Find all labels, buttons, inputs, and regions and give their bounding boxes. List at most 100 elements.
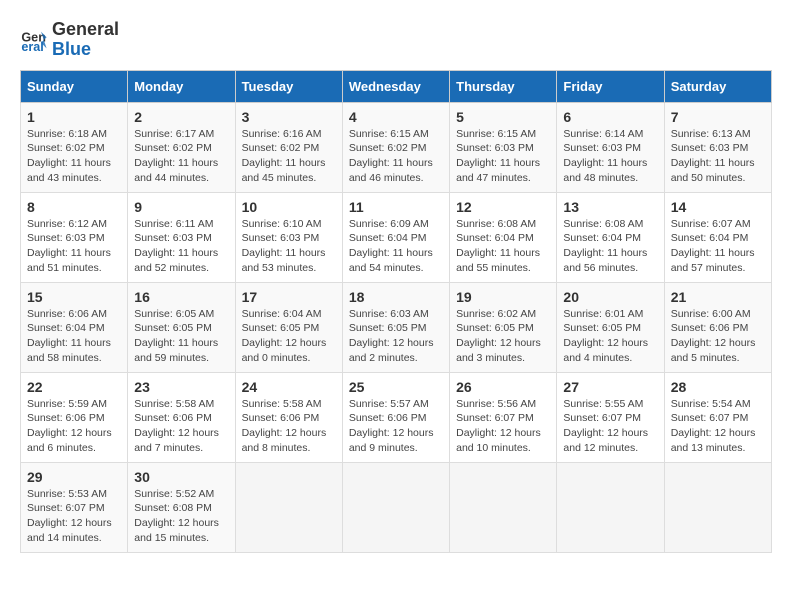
day-info: Sunrise: 6:08 AM Sunset: 6:04 PM Dayligh…: [563, 217, 657, 276]
day-info: Sunrise: 6:14 AM Sunset: 6:03 PM Dayligh…: [563, 127, 657, 186]
day-number: 10: [242, 199, 336, 215]
calendar-cell: 15 Sunrise: 6:06 AM Sunset: 6:04 PM Dayli…: [21, 282, 128, 372]
calendar-cell: 30 Sunrise: 5:52 AM Sunset: 6:08 PM Dayli…: [128, 462, 235, 552]
day-info: Sunrise: 5:54 AM Sunset: 6:07 PM Dayligh…: [671, 397, 765, 456]
day-number: 26: [456, 379, 550, 395]
calendar-cell: [664, 462, 771, 552]
day-number: 24: [242, 379, 336, 395]
day-number: 22: [27, 379, 121, 395]
day-number: 20: [563, 289, 657, 305]
day-info: Sunrise: 5:53 AM Sunset: 6:07 PM Dayligh…: [27, 487, 121, 546]
calendar-week-5: 29 Sunrise: 5:53 AM Sunset: 6:07 PM Dayli…: [21, 462, 772, 552]
calendar-cell: [235, 462, 342, 552]
calendar-cell: 11Sunrise: 6:09 AM Sunset: 6:04 PM Dayli…: [342, 192, 449, 282]
day-info: Sunrise: 6:18 AM Sunset: 6:02 PM Dayligh…: [27, 127, 121, 186]
day-info: Sunrise: 6:03 AM Sunset: 6:05 PM Dayligh…: [349, 307, 443, 366]
calendar-cell: 20 Sunrise: 6:01 AM Sunset: 6:05 PM Dayli…: [557, 282, 664, 372]
day-number: 6: [563, 109, 657, 125]
calendar-week-3: 15 Sunrise: 6:06 AM Sunset: 6:04 PM Dayli…: [21, 282, 772, 372]
day-info: Sunrise: 6:15 AM Sunset: 6:02 PM Dayligh…: [349, 127, 443, 186]
calendar-cell: 19 Sunrise: 6:02 AM Sunset: 6:05 PM Dayli…: [450, 282, 557, 372]
day-info: Sunrise: 5:56 AM Sunset: 6:07 PM Dayligh…: [456, 397, 550, 456]
header-saturday: Saturday: [664, 70, 771, 102]
header-friday: Friday: [557, 70, 664, 102]
calendar-cell: 14Sunrise: 6:07 AM Sunset: 6:04 PM Dayli…: [664, 192, 771, 282]
logo-icon: Gen eral: [20, 26, 48, 54]
day-number: 5: [456, 109, 550, 125]
day-number: 12: [456, 199, 550, 215]
day-number: 13: [563, 199, 657, 215]
day-info: Sunrise: 6:04 AM Sunset: 6:05 PM Dayligh…: [242, 307, 336, 366]
day-number: 8: [27, 199, 121, 215]
day-number: 29: [27, 469, 121, 485]
day-info: Sunrise: 6:12 AM Sunset: 6:03 PM Dayligh…: [27, 217, 121, 276]
header-monday: Monday: [128, 70, 235, 102]
header-wednesday: Wednesday: [342, 70, 449, 102]
day-number: 17: [242, 289, 336, 305]
calendar-cell: [557, 462, 664, 552]
calendar-cell: 6 Sunrise: 6:14 AM Sunset: 6:03 PM Daylig…: [557, 102, 664, 192]
page-header: Gen eral General Blue: [20, 20, 772, 60]
calendar-cell: 16Sunrise: 6:05 AM Sunset: 6:05 PM Dayli…: [128, 282, 235, 372]
calendar-cell: 10 Sunrise: 6:10 AM Sunset: 6:03 PM Dayli…: [235, 192, 342, 282]
logo-text: General Blue: [52, 20, 119, 60]
day-number: 1: [27, 109, 121, 125]
calendar-cell: 12 Sunrise: 6:08 AM Sunset: 6:04 PM Dayli…: [450, 192, 557, 282]
header-tuesday: Tuesday: [235, 70, 342, 102]
day-info: Sunrise: 6:11 AM Sunset: 6:03 PM Dayligh…: [134, 217, 228, 276]
day-number: 11: [349, 199, 443, 215]
day-info: Sunrise: 5:59 AM Sunset: 6:06 PM Dayligh…: [27, 397, 121, 456]
calendar-cell: [450, 462, 557, 552]
calendar-cell: 26 Sunrise: 5:56 AM Sunset: 6:07 PM Dayli…: [450, 372, 557, 462]
day-info: Sunrise: 6:15 AM Sunset: 6:03 PM Dayligh…: [456, 127, 550, 186]
day-number: 28: [671, 379, 765, 395]
calendar-cell: 7 Sunrise: 6:13 AM Sunset: 6:03 PM Daylig…: [664, 102, 771, 192]
day-number: 15: [27, 289, 121, 305]
header-sunday: Sunday: [21, 70, 128, 102]
calendar-week-4: 22 Sunrise: 5:59 AM Sunset: 6:06 PM Dayli…: [21, 372, 772, 462]
day-info: Sunrise: 5:52 AM Sunset: 6:08 PM Dayligh…: [134, 487, 228, 546]
day-info: Sunrise: 6:13 AM Sunset: 6:03 PM Dayligh…: [671, 127, 765, 186]
logo: Gen eral General Blue: [20, 20, 119, 60]
day-info: Sunrise: 5:58 AM Sunset: 6:06 PM Dayligh…: [134, 397, 228, 456]
day-info: Sunrise: 5:55 AM Sunset: 6:07 PM Dayligh…: [563, 397, 657, 456]
day-info: Sunrise: 6:16 AM Sunset: 6:02 PM Dayligh…: [242, 127, 336, 186]
day-number: 19: [456, 289, 550, 305]
day-info: Sunrise: 6:06 AM Sunset: 6:04 PM Dayligh…: [27, 307, 121, 366]
calendar-table: SundayMondayTuesdayWednesdayThursdayFrid…: [20, 70, 772, 553]
calendar-cell: 28 Sunrise: 5:54 AM Sunset: 6:07 PM Dayli…: [664, 372, 771, 462]
day-number: 27: [563, 379, 657, 395]
calendar-cell: 24 Sunrise: 5:58 AM Sunset: 6:06 PM Dayli…: [235, 372, 342, 462]
day-number: 4: [349, 109, 443, 125]
day-number: 3: [242, 109, 336, 125]
calendar-cell: 17 Sunrise: 6:04 AM Sunset: 6:05 PM Dayli…: [235, 282, 342, 372]
calendar-week-2: 8 Sunrise: 6:12 AM Sunset: 6:03 PM Daylig…: [21, 192, 772, 282]
day-number: 14: [671, 199, 765, 215]
day-number: 18: [349, 289, 443, 305]
day-info: Sunrise: 6:05 AM Sunset: 6:05 PM Dayligh…: [134, 307, 228, 366]
calendar-cell: 2Sunrise: 6:17 AM Sunset: 6:02 PM Daylig…: [128, 102, 235, 192]
calendar-cell: 27 Sunrise: 5:55 AM Sunset: 6:07 PM Dayli…: [557, 372, 664, 462]
day-info: Sunrise: 6:08 AM Sunset: 6:04 PM Dayligh…: [456, 217, 550, 276]
svg-text:eral: eral: [21, 40, 43, 54]
calendar-cell: 18 Sunrise: 6:03 AM Sunset: 6:05 PM Dayli…: [342, 282, 449, 372]
day-info: Sunrise: 5:58 AM Sunset: 6:06 PM Dayligh…: [242, 397, 336, 456]
calendar-cell: 4 Sunrise: 6:15 AM Sunset: 6:02 PM Daylig…: [342, 102, 449, 192]
day-info: Sunrise: 6:02 AM Sunset: 6:05 PM Dayligh…: [456, 307, 550, 366]
calendar-cell: 23 Sunrise: 5:58 AM Sunset: 6:06 PM Dayli…: [128, 372, 235, 462]
calendar-header-row: SundayMondayTuesdayWednesdayThursdayFrid…: [21, 70, 772, 102]
calendar-cell: 5 Sunrise: 6:15 AM Sunset: 6:03 PM Daylig…: [450, 102, 557, 192]
calendar-cell: 3 Sunrise: 6:16 AM Sunset: 6:02 PM Daylig…: [235, 102, 342, 192]
day-number: 30: [134, 469, 228, 485]
calendar-cell: 1 Sunrise: 6:18 AM Sunset: 6:02 PM Daylig…: [21, 102, 128, 192]
day-info: Sunrise: 6:10 AM Sunset: 6:03 PM Dayligh…: [242, 217, 336, 276]
day-number: 25: [349, 379, 443, 395]
day-info: Sunrise: 5:57 AM Sunset: 6:06 PM Dayligh…: [349, 397, 443, 456]
day-info: Sunrise: 6:00 AM Sunset: 6:06 PM Dayligh…: [671, 307, 765, 366]
day-number: 21: [671, 289, 765, 305]
day-number: 7: [671, 109, 765, 125]
day-info: Sunrise: 6:01 AM Sunset: 6:05 PM Dayligh…: [563, 307, 657, 366]
day-number: 23: [134, 379, 228, 395]
calendar-cell: 22 Sunrise: 5:59 AM Sunset: 6:06 PM Dayli…: [21, 372, 128, 462]
calendar-cell: 21 Sunrise: 6:00 AM Sunset: 6:06 PM Dayli…: [664, 282, 771, 372]
